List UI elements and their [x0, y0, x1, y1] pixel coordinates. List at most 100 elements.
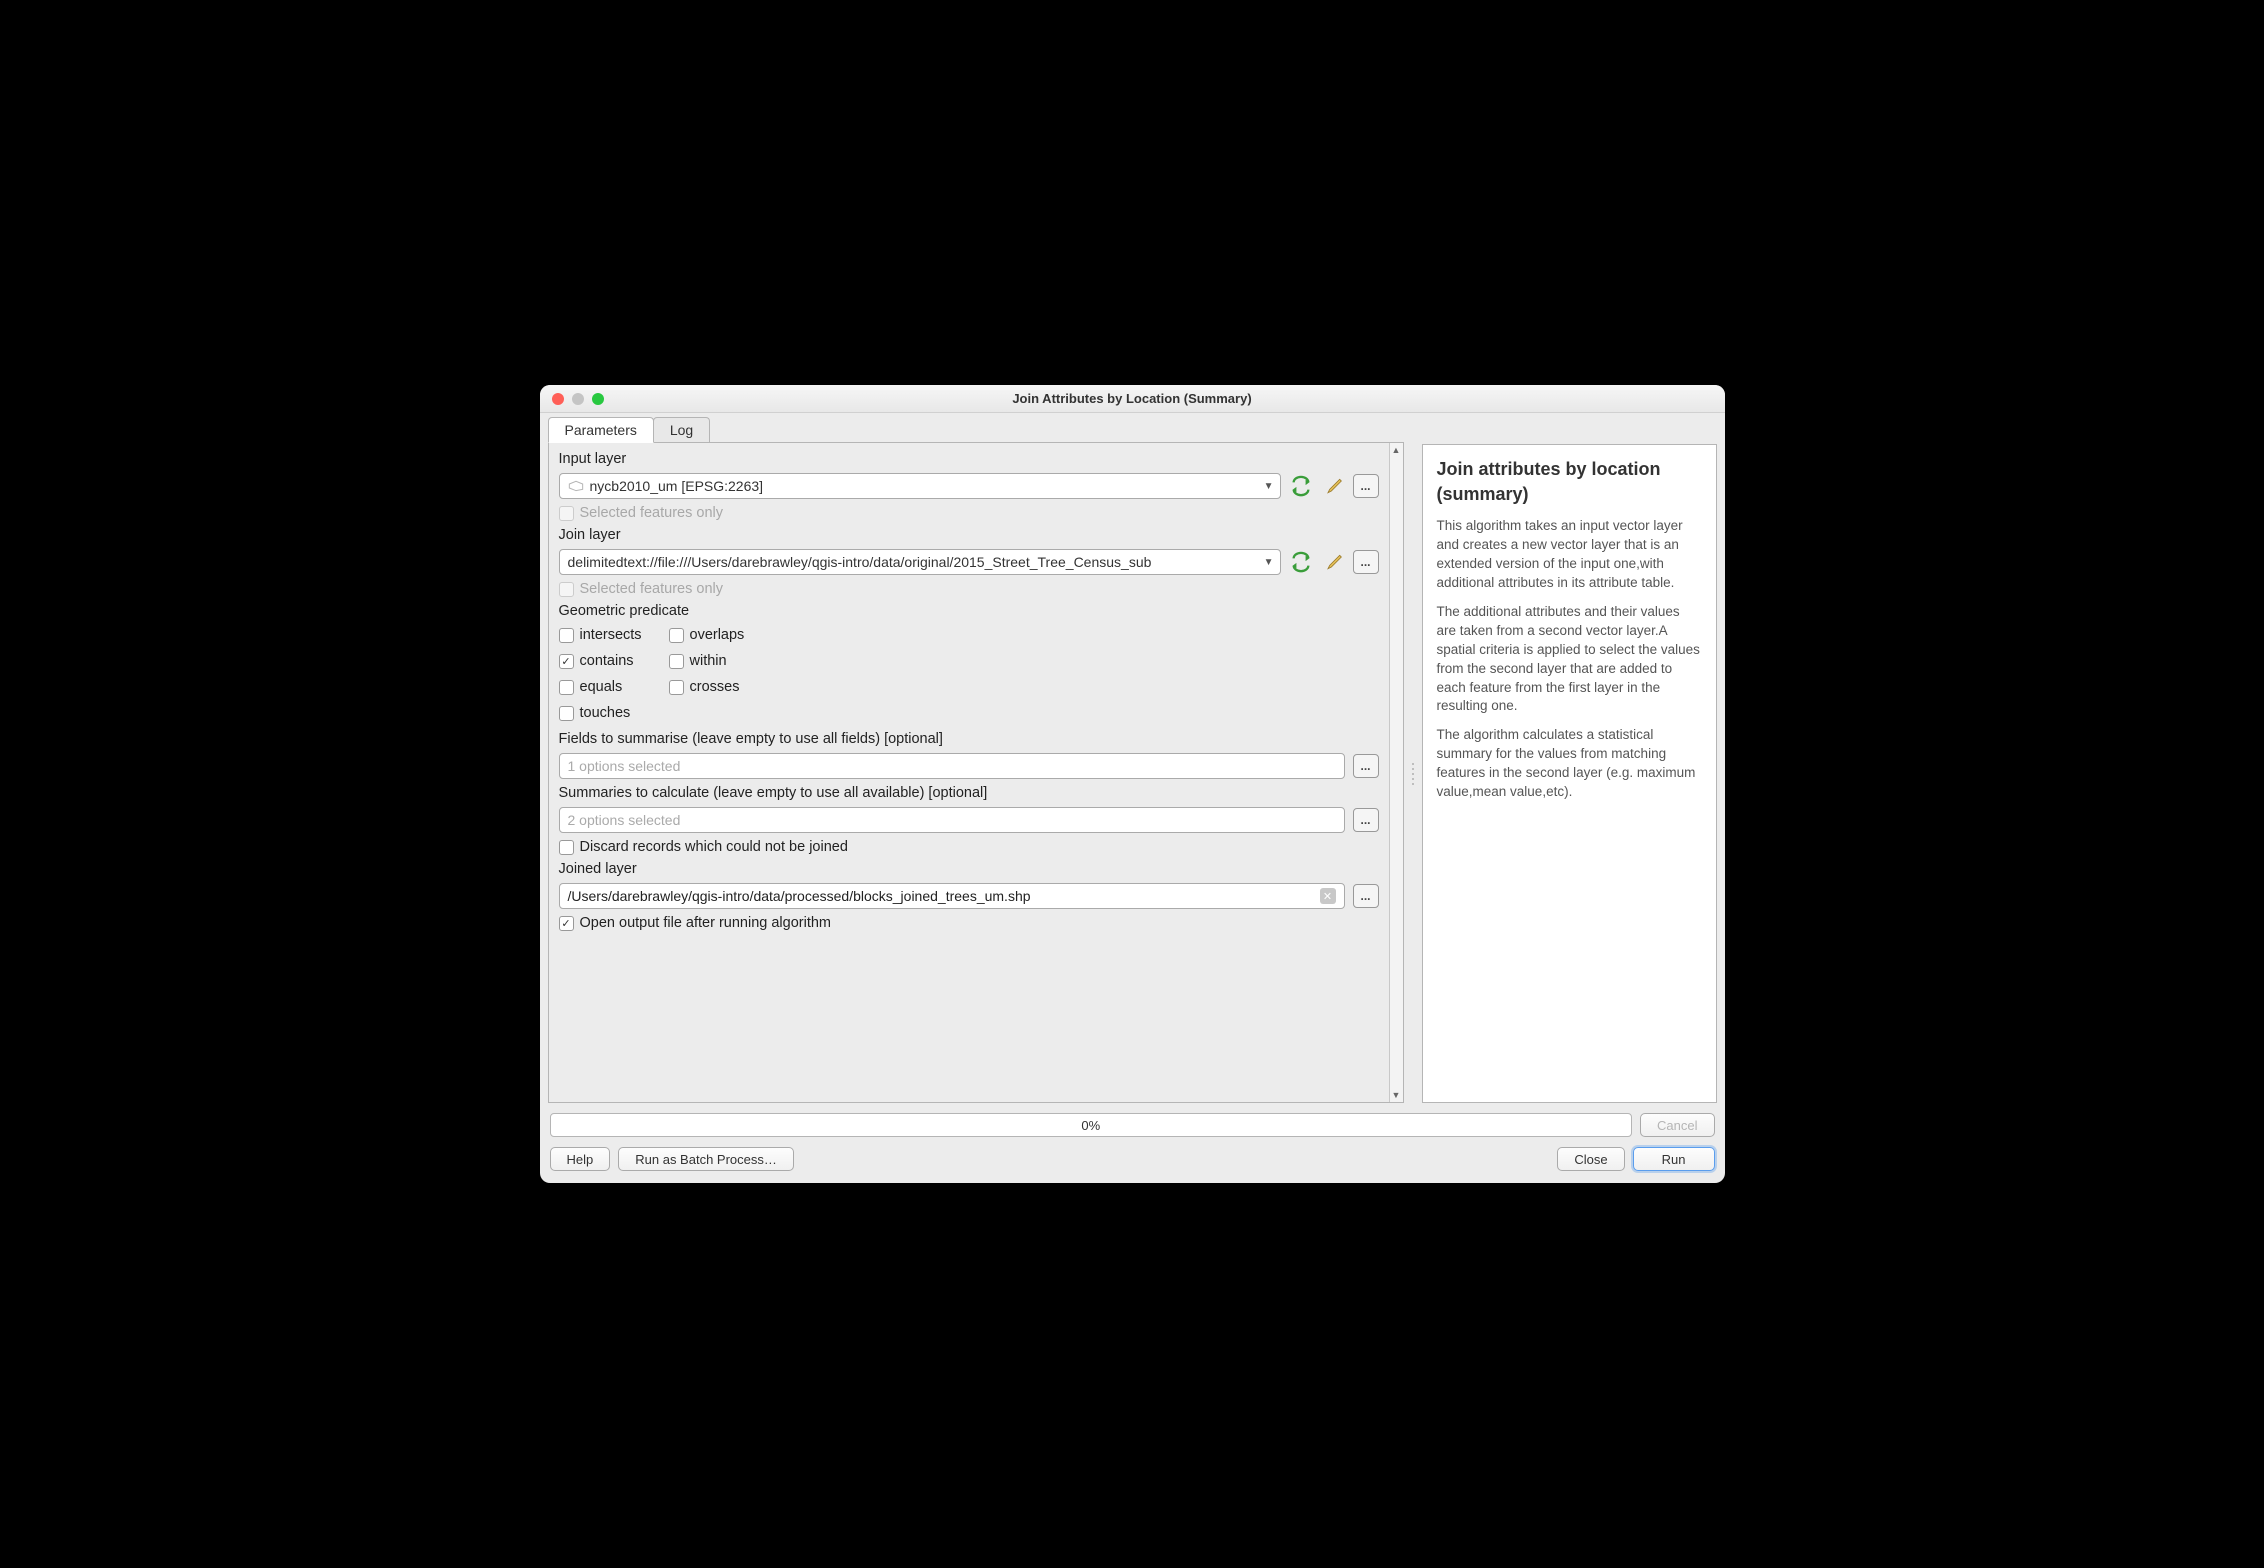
cancel-button: Cancel	[1640, 1113, 1714, 1137]
window-title: Join Attributes by Location (Summary)	[540, 391, 1725, 406]
help-paragraph-2: The additional attributes and their valu…	[1437, 603, 1702, 716]
equals-label: equals	[580, 679, 623, 695]
titlebar: Join Attributes by Location (Summary)	[540, 385, 1725, 413]
join-layer-value: delimitedtext://file:///Users/darebrawle…	[568, 554, 1152, 570]
predicate-grid: intersects overlaps ✓ contains	[559, 627, 1379, 721]
iterate-icon[interactable]	[1289, 474, 1313, 498]
join-layer-more-button[interactable]: ...	[1353, 550, 1379, 574]
open-after-label: Open output file after running algorithm	[580, 915, 831, 931]
input-selected-only-label: Selected features only	[580, 505, 723, 521]
minimize-window-button[interactable]	[572, 393, 584, 405]
overlaps-checkbox[interactable]	[669, 628, 684, 643]
close-window-button[interactable]	[552, 393, 564, 405]
close-button[interactable]: Close	[1557, 1147, 1624, 1171]
join-selected-only-checkbox	[559, 582, 574, 597]
clear-icon[interactable]: ✕	[1320, 888, 1336, 904]
summaries-input[interactable]: 2 options selected	[559, 807, 1345, 833]
help-paragraph-3: The algorithm calculates a statistical s…	[1437, 726, 1702, 802]
join-selected-only-label: Selected features only	[580, 581, 723, 597]
maximize-window-button[interactable]	[592, 393, 604, 405]
touches-label: touches	[580, 705, 631, 721]
within-checkbox[interactable]	[669, 654, 684, 669]
help-panel: Join attributes by location (summary) Th…	[1423, 445, 1716, 824]
fields-more-button[interactable]: ...	[1353, 754, 1379, 778]
summaries-more-button[interactable]: ...	[1353, 808, 1379, 832]
scroll-down-icon[interactable]: ▼	[1390, 1090, 1403, 1100]
parameters-scroll[interactable]: Input layer nycb2010_um [EPSG:2263] ▼	[549, 443, 1389, 1102]
help-column: Join attributes by location (summary) Th…	[1422, 444, 1717, 1103]
crosses-label: crosses	[690, 679, 740, 695]
run-batch-button[interactable]: Run as Batch Process…	[618, 1147, 794, 1171]
progress-text: 0%	[1081, 1118, 1100, 1133]
join-layer-label: Join layer	[559, 527, 1379, 543]
discard-row[interactable]: Discard records which could not be joine…	[559, 839, 1379, 855]
run-button[interactable]: Run	[1633, 1147, 1715, 1171]
fields-row: 1 options selected ...	[559, 753, 1379, 779]
traffic-lights	[540, 393, 604, 405]
predicate-intersects[interactable]: intersects	[559, 627, 669, 643]
input-layer-more-button[interactable]: ...	[1353, 474, 1379, 498]
input-layer-row: nycb2010_um [EPSG:2263] ▼ ...	[559, 473, 1379, 499]
predicate-contains[interactable]: ✓ contains	[559, 653, 669, 669]
predicate-overlaps[interactable]: overlaps	[669, 627, 779, 643]
bottom-area: 0% Cancel Help Run as Batch Process… Clo…	[540, 1103, 1725, 1183]
settings-wrench-icon[interactable]	[1321, 550, 1345, 574]
fields-to-summarise-label: Fields to summarise (leave empty to use …	[559, 731, 1379, 747]
main-row: Parameters Log ▸ Input layer nycb2010_um	[540, 413, 1725, 1103]
joined-layer-input[interactable]: /Users/darebrawley/qgis-intro/data/proce…	[559, 883, 1345, 909]
fields-placeholder: 1 options selected	[568, 758, 681, 774]
chevron-down-icon: ▼	[1264, 557, 1274, 568]
input-layer-label: Input layer	[559, 451, 1379, 467]
summaries-to-calc-label: Summaries to calculate (leave empty to u…	[559, 785, 1379, 801]
joined-layer-label: Joined layer	[559, 861, 1379, 877]
scrollbar[interactable]: ▲ ▼	[1389, 443, 1403, 1102]
button-row: Help Run as Batch Process… Close Run	[550, 1147, 1715, 1171]
joined-layer-value: /Users/darebrawley/qgis-intro/data/proce…	[568, 888, 1031, 904]
join-layer-dropdown[interactable]: delimitedtext://file:///Users/darebrawle…	[559, 549, 1281, 575]
left-column: Parameters Log ▸ Input layer nycb2010_um	[548, 417, 1404, 1103]
progress-bar: 0%	[550, 1113, 1633, 1137]
equals-checkbox[interactable]	[559, 680, 574, 695]
summaries-placeholder: 2 options selected	[568, 812, 681, 828]
intersects-label: intersects	[580, 627, 642, 643]
splitter-handle[interactable]	[1410, 444, 1416, 1103]
tabs: Parameters Log	[548, 417, 1404, 442]
dialog-body: Parameters Log ▸ Input layer nycb2010_um	[540, 413, 1725, 1183]
polygon-layer-icon	[568, 480, 584, 492]
predicate-touches[interactable]: touches	[559, 705, 669, 721]
chevron-down-icon: ▼	[1264, 481, 1274, 492]
scroll-up-icon[interactable]: ▲	[1390, 445, 1403, 455]
discard-checkbox[interactable]	[559, 840, 574, 855]
input-layer-value: nycb2010_um [EPSG:2263]	[590, 478, 764, 494]
within-label: within	[690, 653, 727, 669]
input-selected-only-checkbox	[559, 506, 574, 521]
summaries-row: 2 options selected ...	[559, 807, 1379, 833]
contains-checkbox[interactable]: ✓	[559, 654, 574, 669]
iterate-icon[interactable]	[1289, 550, 1313, 574]
settings-wrench-icon[interactable]	[1321, 474, 1345, 498]
tab-log[interactable]: Log	[653, 417, 710, 442]
intersects-checkbox[interactable]	[559, 628, 574, 643]
geometric-predicate-label: Geometric predicate	[559, 603, 1379, 619]
predicate-crosses[interactable]: crosses	[669, 679, 779, 695]
input-layer-dropdown[interactable]: nycb2010_um [EPSG:2263] ▼	[559, 473, 1281, 499]
join-layer-row: delimitedtext://file:///Users/darebrawle…	[559, 549, 1379, 575]
fields-input[interactable]: 1 options selected	[559, 753, 1345, 779]
overlaps-label: overlaps	[690, 627, 745, 643]
progress-row: 0% Cancel	[550, 1113, 1715, 1137]
open-after-row[interactable]: ✓ Open output file after running algorit…	[559, 915, 1379, 931]
joined-layer-row: /Users/darebrawley/qgis-intro/data/proce…	[559, 883, 1379, 909]
contains-label: contains	[580, 653, 634, 669]
parameters-panel: ▸ Input layer nycb2010_um [EPSG:2263] ▼	[548, 442, 1404, 1103]
open-after-checkbox[interactable]: ✓	[559, 916, 574, 931]
input-selected-only-row: Selected features only	[559, 505, 1379, 521]
touches-checkbox[interactable]	[559, 706, 574, 721]
predicate-equals[interactable]: equals	[559, 679, 669, 695]
dialog-window: Join Attributes by Location (Summary) Pa…	[540, 385, 1725, 1183]
tab-parameters[interactable]: Parameters	[548, 417, 654, 443]
help-button[interactable]: Help	[550, 1147, 611, 1171]
predicate-within[interactable]: within	[669, 653, 779, 669]
joined-layer-more-button[interactable]: ...	[1353, 884, 1379, 908]
crosses-checkbox[interactable]	[669, 680, 684, 695]
help-title: Join attributes by location (summary)	[1437, 457, 1702, 507]
